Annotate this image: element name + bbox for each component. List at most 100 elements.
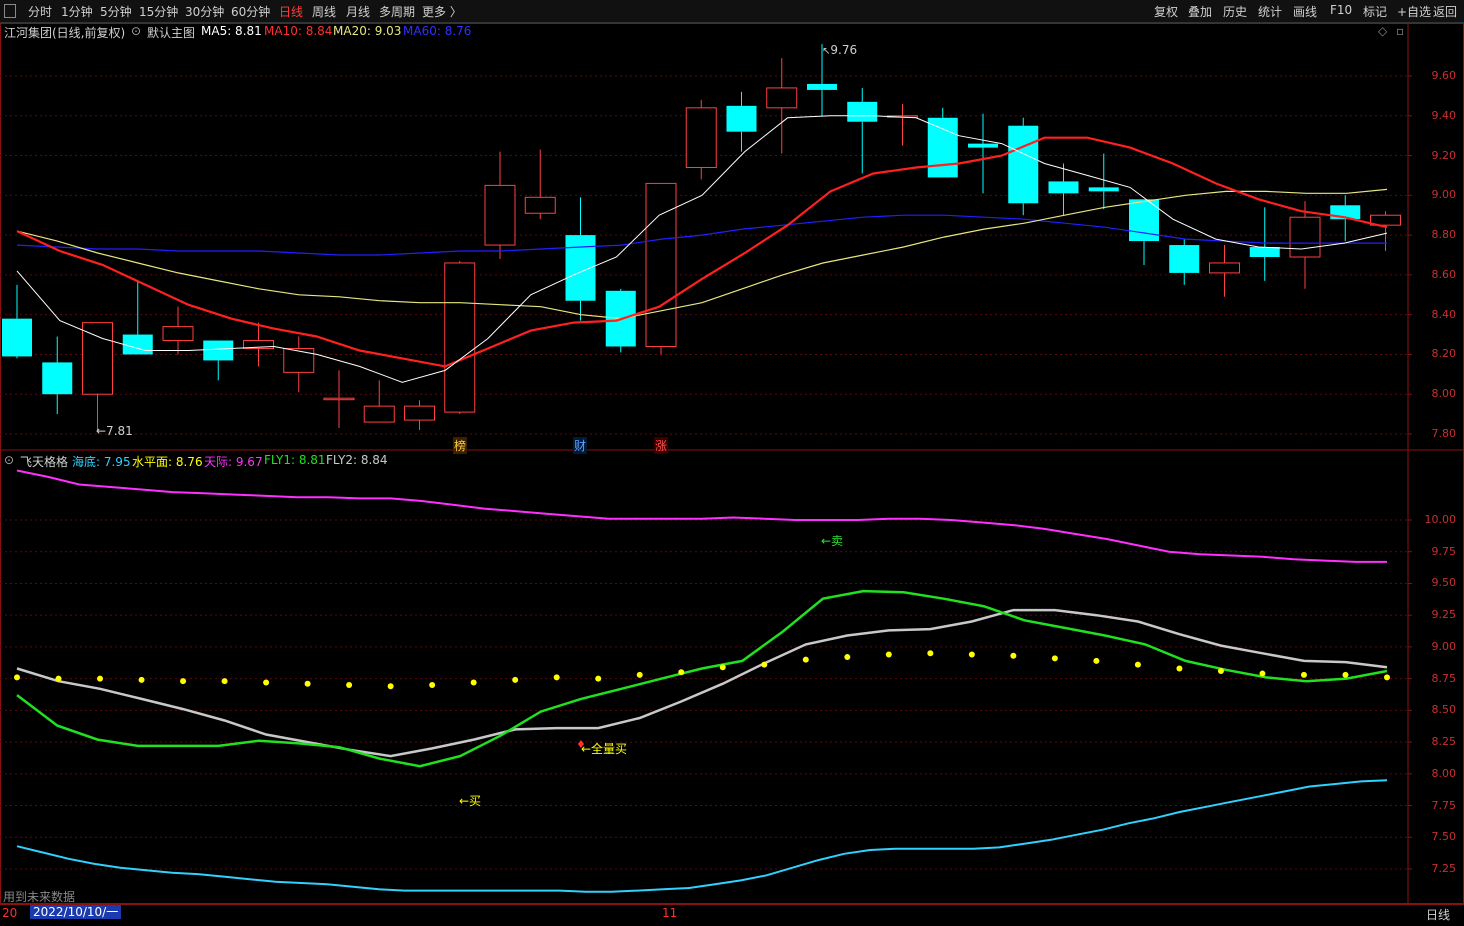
fly1-line [16, 589, 1388, 768]
shuiping-dot [470, 679, 477, 686]
candle [685, 99, 717, 180]
shuiping-dot [1259, 670, 1266, 677]
cai-tag[interactable]: 财 [573, 437, 588, 454]
candle-body [82, 322, 113, 395]
candle [323, 370, 355, 429]
overlay-button[interactable]: 叠加 [1188, 3, 1212, 20]
shuiping-dot [387, 683, 394, 690]
f10-button[interactable]: F10 [1330, 3, 1352, 17]
period-tab[interactable]: 60分钟 [231, 3, 270, 20]
settings-circle-icon[interactable]: ⊙ [4, 453, 14, 467]
settings-circle-icon[interactable]: ⊙ [131, 24, 141, 38]
candle-body [766, 87, 798, 109]
period-tab[interactable]: 5分钟 [100, 3, 132, 20]
indicator-tick-label: 8.00 [1431, 766, 1457, 780]
diamond-icon[interactable]: ◇ [1378, 24, 1387, 38]
bang-tag[interactable]: 榜 [453, 437, 468, 454]
shuiping-dot [636, 671, 643, 678]
period-tab[interactable]: 15分钟 [139, 3, 178, 20]
shuiping-dot [263, 679, 270, 686]
candle-body [42, 362, 73, 395]
candle-body [323, 397, 355, 401]
candle [1088, 153, 1119, 210]
shuiping-dot [1300, 671, 1307, 678]
candle [1048, 163, 1079, 216]
ma20-label: MA20: 9.03 [333, 24, 402, 38]
period-label[interactable]: 日线 [1412, 906, 1464, 923]
candle [1249, 207, 1280, 281]
mark-button[interactable]: 标记 [1363, 3, 1387, 20]
history-button[interactable]: 历史 [1223, 3, 1247, 20]
fly2-label: FLY2: 8.84 [326, 453, 388, 467]
shuiping-dot [844, 654, 851, 661]
period-tab[interactable]: 分时 [28, 3, 52, 20]
candle-body [243, 340, 274, 349]
candle-body [565, 235, 596, 301]
ma5-label: MA5: 8.81 [201, 24, 262, 38]
candle [1289, 201, 1321, 289]
period-tab[interactable]: 多周期 [379, 3, 415, 20]
price-tick-label: 8.40 [1431, 307, 1457, 321]
candle-body [1169, 245, 1200, 273]
add-watchlist-button[interactable]: +自选 [1397, 3, 1431, 20]
candle-body [887, 115, 918, 118]
full-buy-signal: ←全量买 [581, 742, 628, 756]
candle-body [605, 290, 636, 347]
fly2-line [16, 608, 1388, 758]
indicator-name[interactable]: 飞天格格 [20, 453, 68, 470]
price-tick-label: 8.60 [1431, 267, 1457, 281]
tianji-line [16, 469, 1387, 563]
candle [605, 288, 636, 353]
candle-body [807, 83, 837, 90]
draw-button[interactable]: 画线 [1293, 3, 1317, 20]
more-menu[interactable]: 更多 〉 [422, 3, 462, 20]
candle [162, 306, 194, 355]
candle [927, 107, 958, 178]
period-tab[interactable]: 1分钟 [61, 3, 93, 20]
candle [243, 322, 274, 367]
shuiping-dot [1134, 661, 1141, 668]
zhang-tag[interactable]: 涨 [654, 437, 669, 454]
period-tab[interactable]: 月线 [346, 3, 370, 20]
shuiping-dot [14, 674, 20, 681]
shuiping-dot [719, 664, 726, 671]
candle [484, 151, 516, 259]
shuiping-dot [1384, 674, 1390, 681]
shuiping-dot [346, 681, 353, 688]
period-tab-active[interactable]: 日线 [279, 3, 303, 20]
indicator-tick-label: 8.25 [1431, 735, 1457, 749]
ma10-line [16, 136, 1388, 368]
candle [565, 197, 596, 321]
period-tab[interactable]: 30分钟 [185, 3, 224, 20]
ma20-line [16, 188, 1388, 320]
candle-body [162, 326, 194, 342]
candle-body [122, 334, 153, 355]
candle [726, 91, 757, 152]
sub-grid [0, 519, 1412, 870]
candle [283, 336, 315, 393]
back-button[interactable]: 返回 [1433, 3, 1457, 20]
ma60-label: MA60: 8.76 [403, 24, 472, 38]
candle-body [203, 340, 234, 361]
stats-button[interactable]: 统计 [1258, 3, 1282, 20]
low-price-tag: ←7.81 [96, 424, 133, 438]
cursor-date: 2022/10/10/一 [30, 905, 122, 919]
period-tab[interactable]: 周线 [312, 3, 336, 20]
indicator-tick-label: 9.50 [1431, 576, 1457, 590]
maximize-icon[interactable]: ▫ [1396, 24, 1404, 38]
candle [363, 380, 395, 423]
candle-body [1048, 181, 1079, 194]
candle-body [1209, 262, 1240, 274]
candle-body [847, 101, 878, 122]
price-tick-label: 9.00 [1431, 188, 1457, 202]
window-icon[interactable] [4, 4, 16, 18]
candle [1370, 211, 1401, 252]
fuquan-button[interactable]: 复权 [1154, 3, 1178, 20]
indicator-tick-label: 8.50 [1431, 703, 1457, 717]
year-mark: 20 [2, 906, 18, 920]
candle [1169, 239, 1200, 285]
shuiping-dot [1051, 655, 1058, 662]
main-template-label[interactable]: 默认主图 [147, 24, 195, 41]
shuiping-label: 水平面: 8.76 [132, 455, 203, 469]
price-tick-label: 8.80 [1431, 228, 1457, 242]
